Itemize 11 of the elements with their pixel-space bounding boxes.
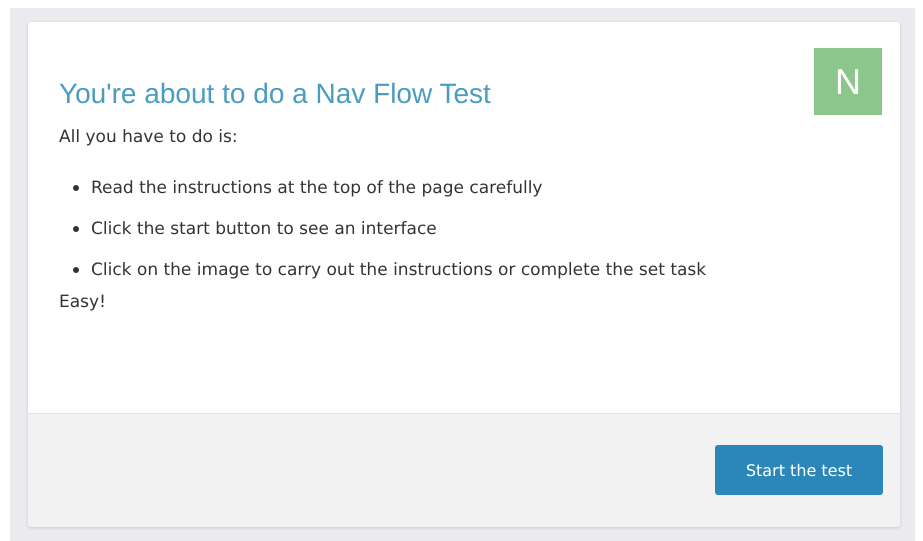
bullet-icon xyxy=(73,226,79,232)
step-text: Read the instructions at the top of the page carefully xyxy=(91,178,542,198)
start-button[interactable]: Start the test xyxy=(715,445,883,495)
bullet-icon xyxy=(73,266,79,272)
closing-text: Easy! xyxy=(59,292,107,312)
step-text: Click on the image to carry out the instructions or complete the set task xyxy=(91,260,706,280)
intro-text: All you have to do is: xyxy=(59,127,239,147)
avatar-badge: N xyxy=(814,48,882,115)
bullet-icon xyxy=(73,184,79,190)
page-title: You're about to do a Nav Flow Test xyxy=(59,78,491,110)
step-text: Click the start button to see an interface xyxy=(91,218,437,238)
